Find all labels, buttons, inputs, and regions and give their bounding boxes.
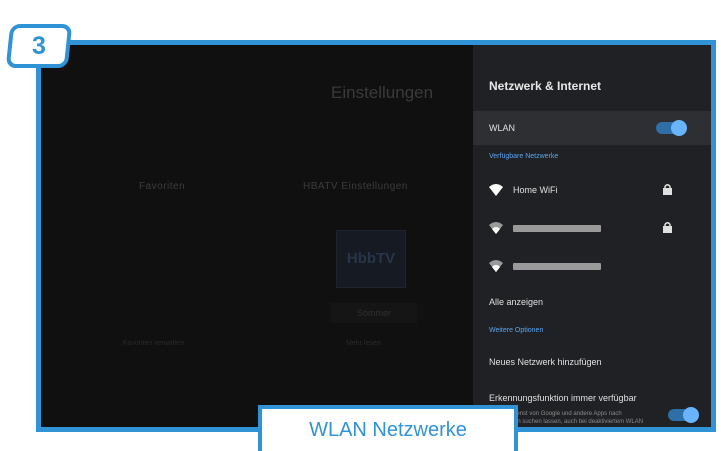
wifi-icon (489, 184, 503, 196)
hbbtv-logo-text: HbbTV (346, 250, 396, 267)
network-item[interactable] (473, 249, 711, 283)
background-settings-app: Einstellungen Favoriten HBATV Einstellun… (41, 45, 473, 427)
add-network-button[interactable]: Neues Netzwerk hinzufügen (489, 357, 602, 367)
background-card-item: Sommer (331, 303, 417, 323)
network-item[interactable]: Home WiFi (473, 173, 711, 207)
background-card-footer: Mehr lesen (346, 340, 381, 347)
lock-icon (663, 222, 672, 233)
show-all-networks[interactable]: Alle anzeigen (489, 297, 543, 307)
step-number: 3 (32, 31, 46, 60)
hbbtv-logo: HbbTV (336, 230, 406, 288)
more-options-header: Weitere Optionen (489, 327, 544, 334)
network-item[interactable] (473, 211, 711, 245)
step-number-badge: 3 (5, 24, 73, 68)
available-networks-header: Verfügbare Netzwerke (489, 153, 559, 160)
wlan-toggle-row[interactable]: WLAN (473, 111, 711, 145)
wifi-icon (489, 260, 503, 272)
network-settings-panel: Netzwerk & Internet WLAN Verfügbare Netz… (473, 45, 711, 427)
wifi-icon (489, 222, 503, 234)
background-card-title: HBATV Einstellungen (303, 181, 408, 192)
background-card-footer: Favoriten verwalten (123, 340, 185, 347)
background-title: Einstellungen (331, 83, 434, 102)
network-name-redacted (513, 262, 601, 270)
scanning-always-available-label[interactable]: Erkennungsfunktion immer verfügbar (489, 393, 637, 403)
wlan-label: WLAN (489, 123, 516, 133)
background-card-title: Favoriten (139, 181, 186, 192)
caption-label: WLAN Netzwerke (258, 405, 518, 451)
panel-title: Netzwerk & Internet (489, 79, 602, 93)
network-name-redacted (513, 224, 601, 232)
lock-icon (663, 184, 672, 195)
tv-screenshot-frame: Einstellungen Favoriten HBATV Einstellun… (36, 40, 716, 432)
wlan-toggle[interactable] (656, 120, 687, 136)
scanning-toggle[interactable] (668, 407, 699, 423)
network-name: Home WiFi (513, 185, 558, 195)
